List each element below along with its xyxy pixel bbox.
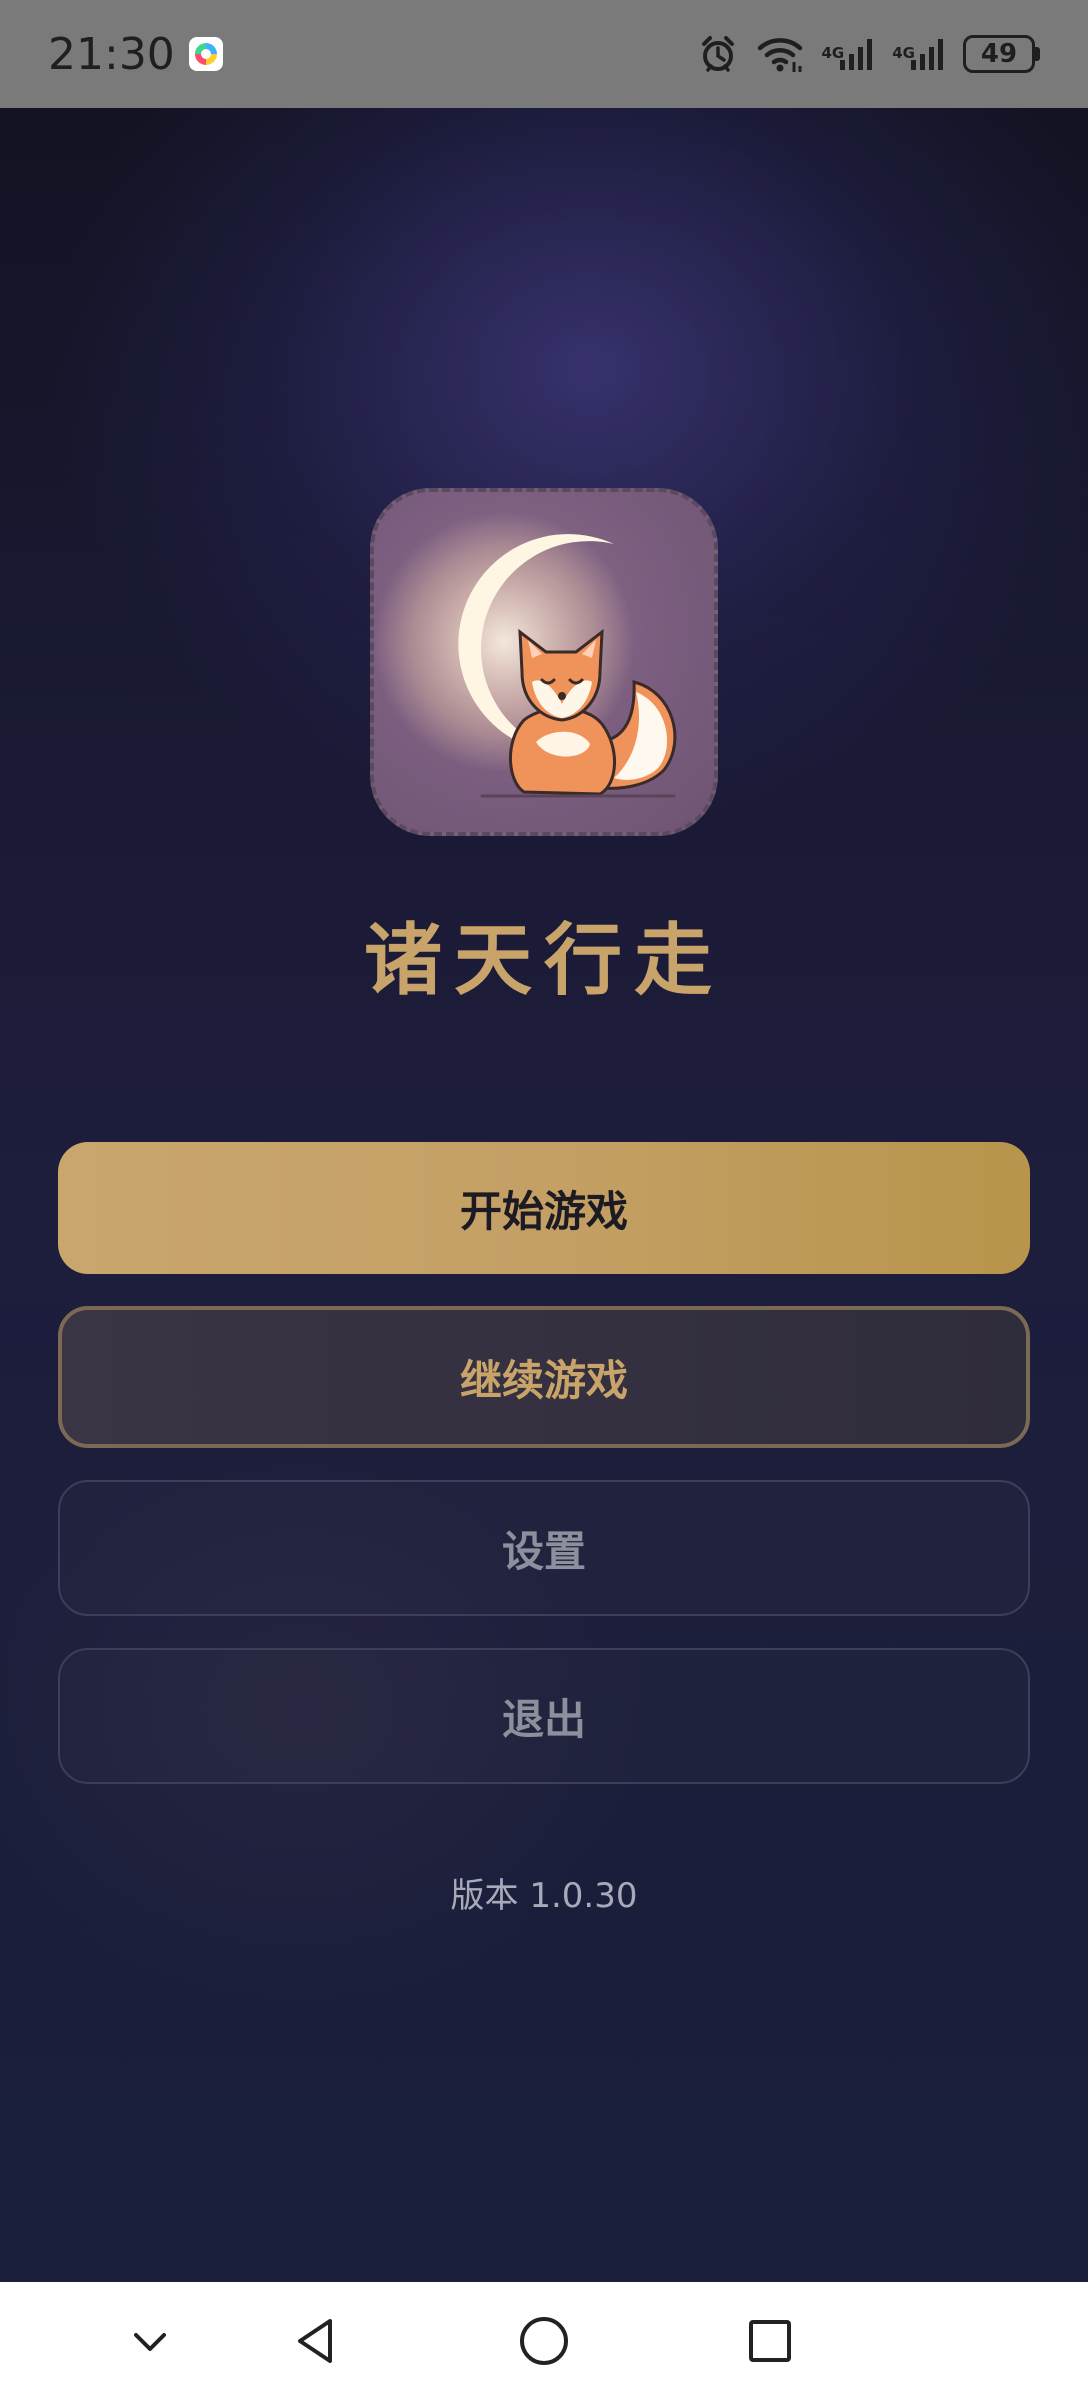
battery-tip bbox=[1035, 47, 1040, 61]
status-right: 4G 4G 49 bbox=[698, 34, 1040, 74]
fox-moon-icon bbox=[374, 512, 677, 798]
navigation-bar bbox=[0, 2282, 1088, 2400]
network-type-1: 4G bbox=[821, 44, 845, 62]
screen: 21:30 4G 4G 49 诸天行走 开始游戏 继续游戏 设置 退出 版本 1… bbox=[0, 0, 1088, 2400]
status-bar: 21:30 4G 4G 49 bbox=[0, 0, 1088, 108]
version-label: 版本 1.0.30 bbox=[450, 1876, 638, 1916]
wifi-icon bbox=[756, 34, 804, 74]
recents-square-icon[interactable] bbox=[730, 2282, 810, 2400]
multicolor-app-icon bbox=[188, 37, 223, 71]
battery-level: 49 bbox=[963, 35, 1035, 73]
back-triangle-icon[interactable] bbox=[276, 2282, 356, 2400]
game-main-menu: 诸天行走 开始游戏 继续游戏 设置 退出 版本 1.0.30 bbox=[0, 108, 1088, 2282]
status-time: 21:30 bbox=[48, 28, 175, 80]
exit-button[interactable]: 退出 bbox=[58, 1648, 1030, 1784]
alarm-icon bbox=[698, 34, 738, 74]
start-game-button[interactable]: 开始游戏 bbox=[58, 1142, 1030, 1274]
logo-tile bbox=[370, 488, 718, 836]
battery-icon: 49 bbox=[963, 35, 1040, 73]
main-menu: 开始游戏 继续游戏 设置 退出 bbox=[58, 1142, 1030, 1784]
status-left: 21:30 bbox=[48, 29, 223, 80]
signal-2: 4G bbox=[892, 36, 945, 72]
crescent-moon-fox-logo bbox=[370, 488, 718, 836]
chevron-down-icon[interactable] bbox=[110, 2282, 190, 2400]
signal-1: 4G bbox=[822, 36, 875, 72]
home-circle-icon[interactable] bbox=[504, 2282, 584, 2400]
settings-button[interactable]: 设置 bbox=[58, 1480, 1030, 1616]
game-title: 诸天行走 bbox=[363, 916, 724, 1006]
continue-game-button[interactable]: 继续游戏 bbox=[58, 1306, 1030, 1448]
network-type-2: 4G bbox=[892, 44, 915, 62]
